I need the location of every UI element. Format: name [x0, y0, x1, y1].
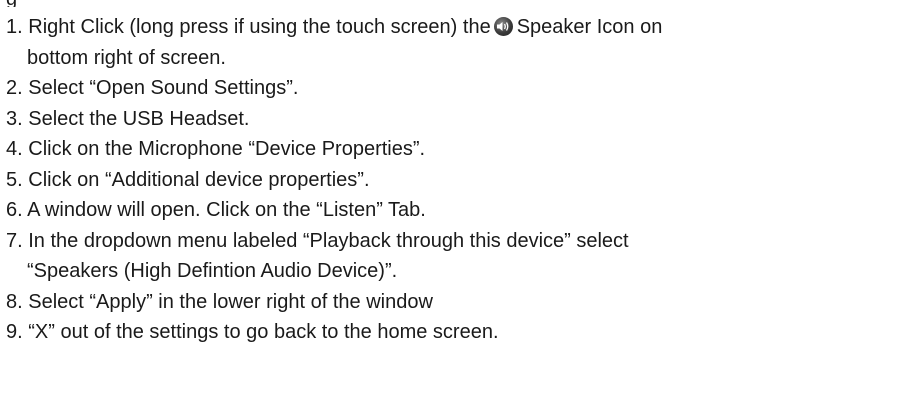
step-text: “X” out of the settings to go back to th…	[28, 321, 499, 343]
step-text: Right Click (long press if using the tou…	[28, 16, 491, 38]
step-5: 5. Click on “Additional device propertie…	[6, 165, 896, 196]
step-text: Click on “Additional device properties”.	[28, 168, 370, 191]
step-number: 8.	[6, 290, 23, 313]
step-text-continued: Speaker Icon on	[516, 16, 663, 38]
step-3: 3. Select the USB Headset.	[6, 104, 896, 135]
step-1: 1. Right Click (long press if using the …	[6, 12, 896, 73]
step-7: 7. In the dropdown menu labeled “Playbac…	[6, 226, 896, 287]
step-number: 4.	[6, 138, 23, 160]
step-9: 9. “X” out of the settings to go back to…	[6, 317, 896, 348]
step-continuation: bottom right of screen.	[27, 46, 226, 69]
step-number: 1.	[6, 16, 23, 38]
step-number: 7.	[6, 229, 23, 252]
step-number: 9.	[6, 321, 23, 343]
step-text: Select the USB Headset.	[28, 107, 250, 130]
step-text: Click on the Microphone “Device Properti…	[28, 138, 426, 160]
clipped-heading: g	[6, 0, 17, 7]
step-number: 3.	[6, 107, 23, 130]
step-continuation: “Speakers (High Defintion Audio Device)”…	[27, 260, 398, 282]
step-2: 2. Select “Open Sound Settings”.	[6, 73, 896, 104]
step-8: 8. Select “Apply” in the lower right of …	[6, 287, 896, 318]
steps-list: 1. Right Click (long press if using the …	[6, 12, 896, 348]
step-number: 2.	[6, 77, 23, 99]
step-number: 6.	[6, 199, 23, 221]
step-text: Select “Open Sound Settings”.	[28, 77, 299, 99]
speaker-icon	[493, 17, 513, 36]
step-6: 6. A window will open. Click on the “Lis…	[6, 195, 896, 226]
step-number: 5.	[6, 168, 23, 191]
step-text: In the dropdown menu labeled “Playback t…	[28, 229, 629, 252]
instructions-document: g 1. Right Click (long press if using th…	[0, 0, 899, 407]
step-text: A window will open. Click on the “Listen…	[27, 199, 426, 221]
step-text: Select “Apply” in the lower right of the…	[28, 290, 433, 313]
step-4: 4. Click on the Microphone “Device Prope…	[6, 134, 896, 165]
